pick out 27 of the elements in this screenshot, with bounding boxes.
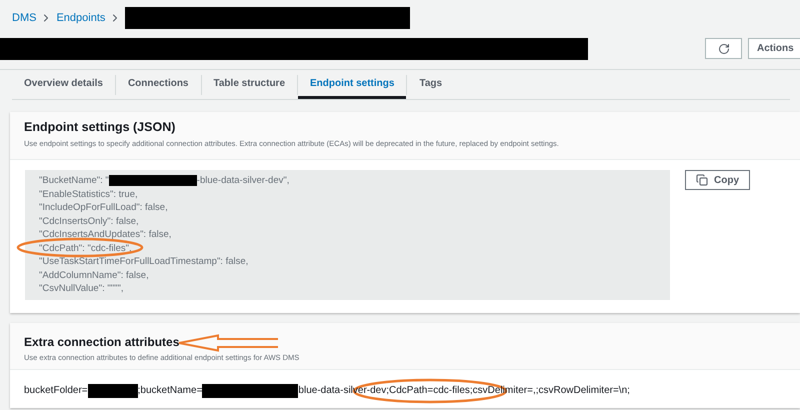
tab[interactable]: Endpoint settings: [298, 70, 406, 99]
code-text: "IncludeOpForFullLoad": false,: [39, 201, 168, 214]
code-text: "UseTaskStartTimeForFullLoadTimestamp": false,: [39, 255, 248, 268]
copy-icon: [696, 174, 708, 186]
code-text: "CsvNullValue": """",: [39, 282, 124, 296]
tab[interactable]: Connections: [116, 70, 200, 99]
code-text: "CdcPath": "cdc-files",: [39, 242, 132, 255]
copy-button[interactable]: Copy: [685, 170, 750, 190]
code-text: "BucketName": ": [39, 174, 109, 188]
tab[interactable]: Tags: [407, 70, 454, 99]
tab[interactable]: Table structure: [202, 70, 297, 99]
code-text: "CdcInsertsAndUpdates": false,: [39, 228, 172, 242]
code-text: "CdcInsertsOnly": false,: [39, 214, 139, 228]
code-text: "AddColumnName": false,: [39, 268, 149, 282]
breadcrumb-link[interactable]: Endpoints: [56, 10, 106, 26]
actions-button[interactable]: Actions: [748, 38, 800, 59]
refresh-icon: [718, 42, 730, 54]
section-title: Extra connection attributes: [24, 336, 180, 348]
breadcrumb-link[interactable]: DMS: [12, 10, 36, 26]
code-text: -blue-data-silver-dev",: [196, 174, 290, 188]
refresh-button[interactable]: [705, 38, 742, 59]
redaction-bar: [88, 384, 138, 398]
code-text: bucketFolder=: [24, 385, 88, 397]
code-text: ;bucketName=: [138, 385, 202, 397]
section-title: Endpoint settings (JSON): [24, 121, 176, 134]
tab[interactable]: Overview details: [12, 70, 115, 99]
code-text: "EnableStatistics": true,: [39, 188, 138, 201]
